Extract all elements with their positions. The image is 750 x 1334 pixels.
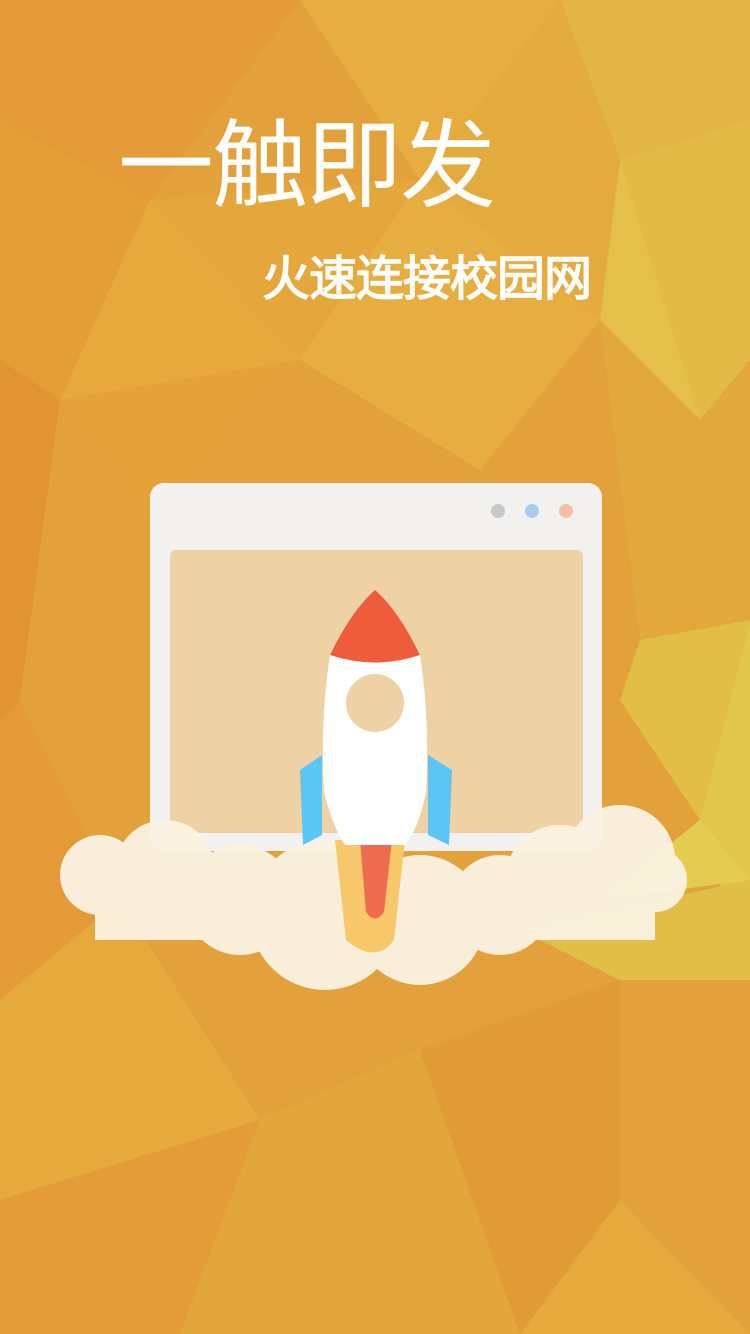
splash-title: 一触即发 (118, 110, 496, 222)
rocket-porthole (346, 674, 404, 732)
splash-subtitle: 火速连接校园网 (262, 251, 592, 307)
window-dot-gray (491, 504, 505, 518)
window-dot-orange (559, 504, 573, 518)
window-dot-blue (525, 504, 539, 518)
rocket-launch-illustration (60, 483, 687, 990)
